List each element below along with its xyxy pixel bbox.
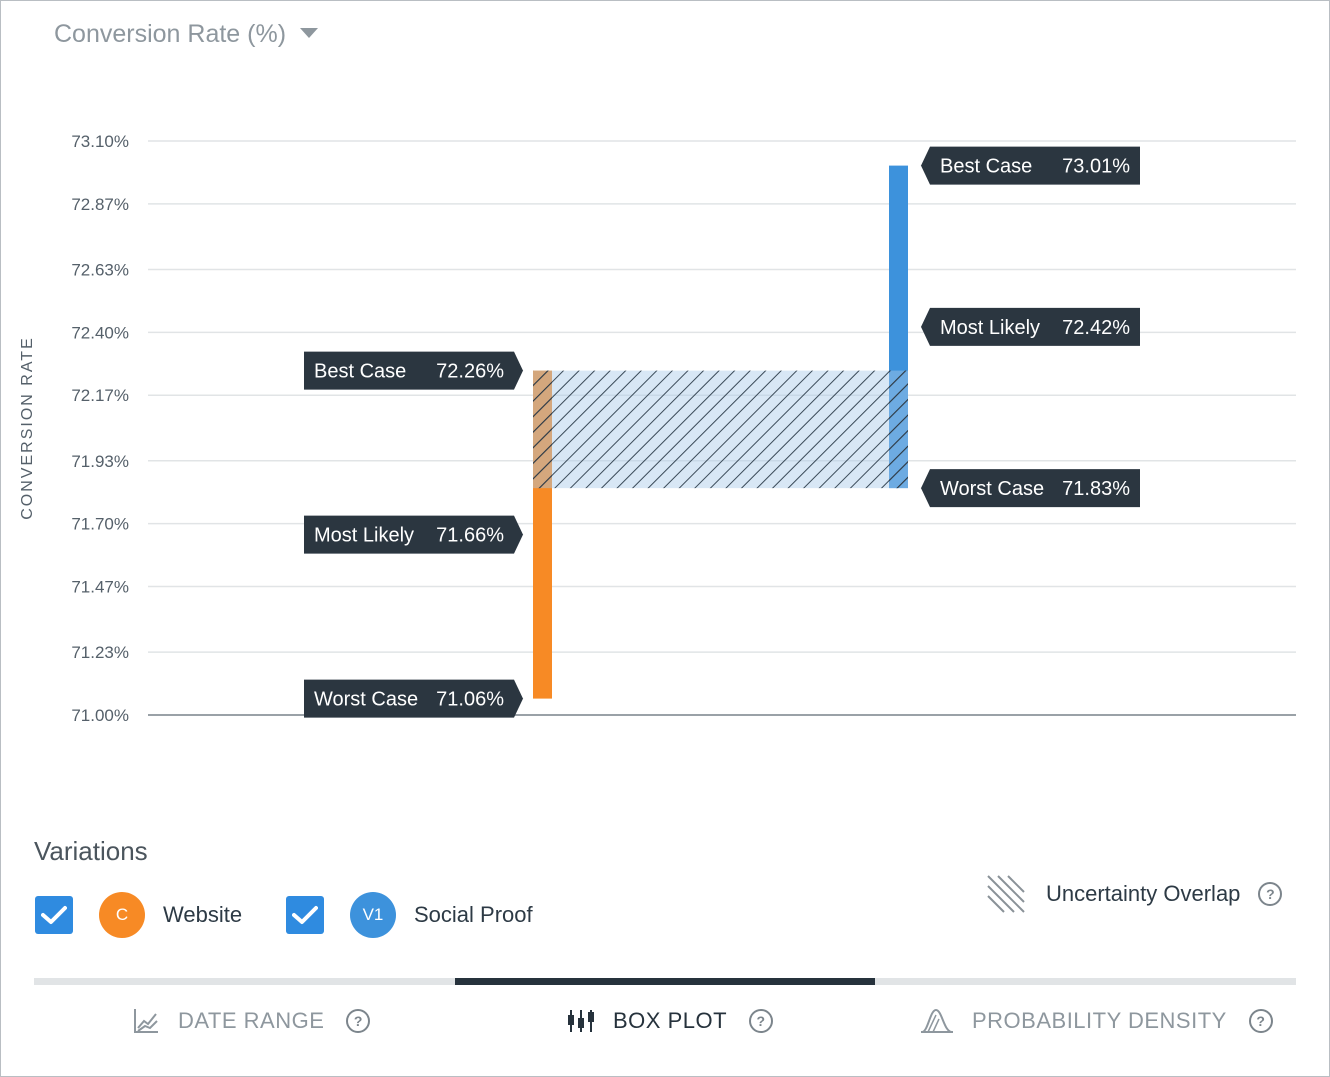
uncertainty-overlap-legend: Uncertainty Overlap ?: [986, 874, 1283, 914]
box-plot-chart: 73.10% 72.87% 72.63% 72.40% 72.17% 71.93% 71.7…: [71, 132, 1296, 725]
help-icon[interactable]: ?: [749, 1009, 774, 1033]
tab-probability-density[interactable]: PROBABILITY DENSITY ?: [920, 1004, 1273, 1038]
tab-date-range[interactable]: DATE RANGE ?: [132, 1004, 371, 1038]
check-icon: [41, 906, 67, 924]
help-icon[interactable]: ?: [1258, 882, 1283, 906]
y-tick-label: 72.87%: [71, 195, 129, 214]
variation-badge-v1: V1: [350, 892, 396, 938]
y-tick-label: 71.93%: [71, 452, 129, 471]
tab-indicator-bar: [34, 978, 1296, 985]
value-tag-worst: Worst Case 71.06%: [304, 679, 523, 718]
tag-value: 71.06%: [436, 689, 504, 711]
hatch-pattern-icon: [987, 875, 1025, 913]
value-tag-best: Best Case 72.26%: [304, 351, 523, 390]
check-icon: [292, 906, 318, 924]
tag-value: 71.66%: [436, 525, 504, 547]
social-proof-checkbox[interactable]: [286, 896, 324, 934]
value-tag-most: Most Likely 71.66%: [304, 515, 523, 554]
uncertainty-overlap-area: [533, 370, 908, 489]
y-tick-label: 73.10%: [71, 132, 129, 151]
tag-label: Best Case: [314, 361, 406, 383]
overlap-hatch: [889, 370, 908, 489]
tag-label: Best Case: [940, 156, 1032, 178]
active-tab-indicator: [455, 978, 875, 985]
website-checkbox[interactable]: [35, 896, 73, 934]
variation-website: C Website: [35, 892, 242, 938]
y-tick-label: 71.23%: [71, 643, 129, 662]
variations-title: Variations: [34, 836, 148, 866]
y-tick-label: 71.47%: [71, 578, 129, 597]
tag-value: 71.83%: [1062, 478, 1130, 500]
box-plot-icon: [568, 1010, 594, 1032]
help-icon[interactable]: ?: [346, 1009, 371, 1033]
variation-social-proof: V1 Social Proof: [286, 892, 533, 938]
tab-box-plot-label: BOX PLOT: [613, 1008, 728, 1033]
tag-value: 73.01%: [1062, 156, 1130, 178]
y-tick-label: 71.00%: [71, 706, 129, 725]
variation-label-website: Website: [163, 902, 243, 927]
variation-label-social-proof: Social Proof: [414, 902, 533, 927]
tag-label: Worst Case: [940, 478, 1044, 500]
uncertainty-overlap-label: Uncertainty Overlap: [1046, 881, 1241, 906]
variation-badge-c: C: [99, 892, 145, 938]
y-tick-label: 71.70%: [71, 515, 129, 534]
value-tag-worst: Worst Case 71.83%: [921, 469, 1140, 508]
value-tag-most: Most Likely 72.42%: [921, 307, 1140, 346]
tag-label: Most Likely: [940, 317, 1040, 339]
tab-date-range-label: DATE RANGE: [178, 1008, 325, 1033]
tab-box-plot[interactable]: BOX PLOT ?: [567, 1004, 774, 1038]
tag-value: 72.26%: [436, 361, 504, 383]
tag-label: Most Likely: [314, 525, 414, 547]
y-tick-label: 72.63%: [71, 260, 129, 279]
tag-value: 72.42%: [1062, 317, 1130, 339]
tag-label: Worst Case: [314, 689, 418, 711]
tab-probability-density-label: PROBABILITY DENSITY: [972, 1008, 1227, 1033]
density-icon: [921, 1008, 953, 1033]
y-tick-label: 72.40%: [71, 323, 129, 342]
help-icon[interactable]: ?: [1248, 1009, 1273, 1033]
line-chart-icon: [134, 1009, 158, 1033]
y-tick-label: 72.17%: [71, 386, 129, 405]
overlap-hatch: [533, 370, 552, 489]
value-tag-best: Best Case 73.01%: [921, 146, 1140, 185]
